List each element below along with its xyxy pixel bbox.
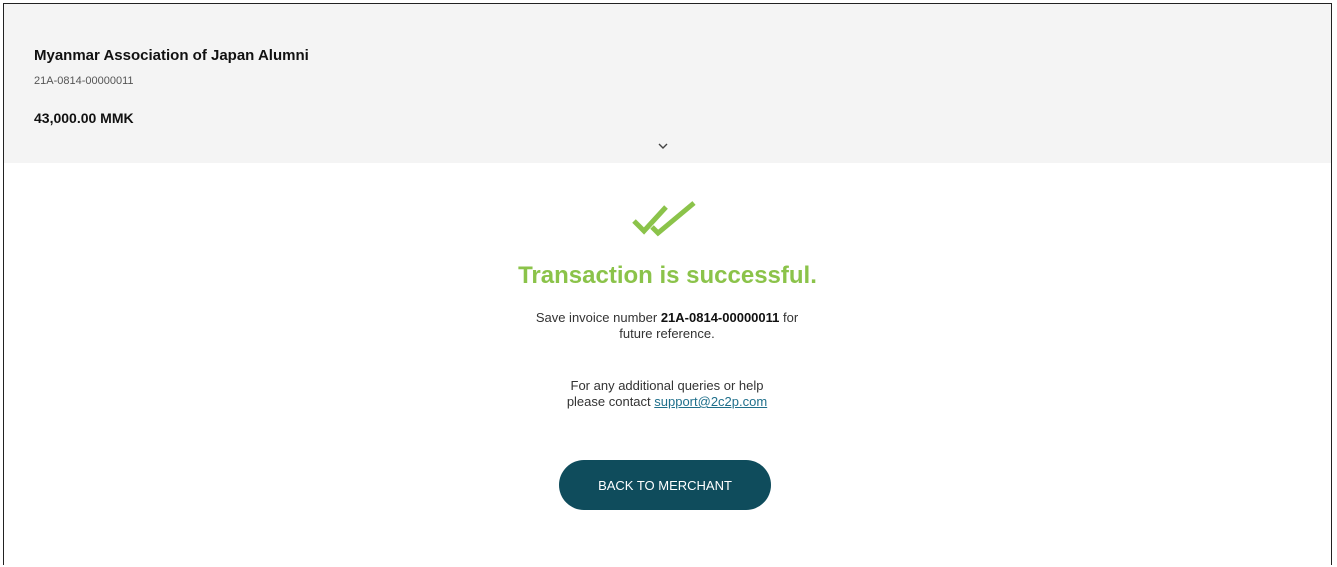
save-invoice-message: Save invoice number 21A-0814-00000011 fo… xyxy=(487,310,847,342)
support-email-link[interactable]: support@2c2p.com xyxy=(654,394,767,409)
help-prefix: please contact xyxy=(566,394,655,409)
help-line-1: For any additional queries or help xyxy=(570,378,764,393)
invoice-number: 21A-0814-00000011 xyxy=(34,75,134,87)
chevron-down-icon[interactable] xyxy=(656,141,670,151)
merchant-name: Myanmar Association of Japan Alumni xyxy=(34,47,309,64)
payment-result-panel: Myanmar Association of Japan Alumni 21A-… xyxy=(3,3,1332,565)
double-check-icon xyxy=(632,201,696,237)
save-prefix: Save invoice number xyxy=(535,310,661,325)
payment-amount: 43,000.00 MMK xyxy=(34,110,134,126)
save-suffix: for xyxy=(779,310,799,325)
order-summary: Myanmar Association of Japan Alumni 21A-… xyxy=(4,4,1331,163)
help-message: For any additional queries or help pleas… xyxy=(487,378,847,410)
success-title: Transaction is successful. xyxy=(518,262,817,289)
save-line-2: future reference. xyxy=(619,326,715,341)
back-to-merchant-button[interactable]: BACK TO MERCHANT xyxy=(559,460,771,510)
save-invoice-number: 21A-0814-00000011 xyxy=(660,310,780,325)
